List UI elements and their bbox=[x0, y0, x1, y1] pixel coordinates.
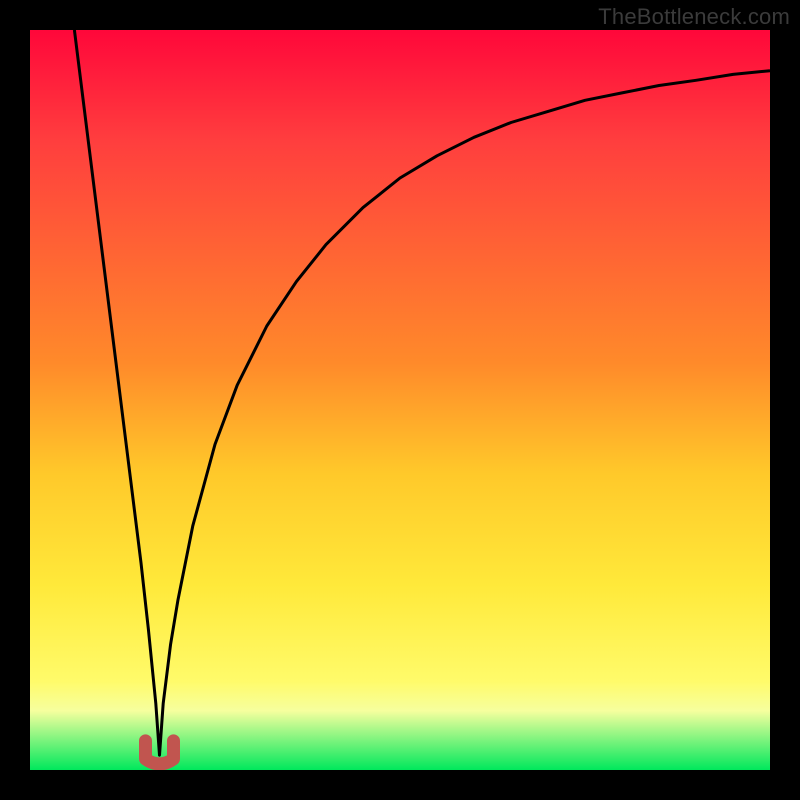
gradient-background bbox=[30, 30, 770, 770]
chart-frame: TheBottleneck.com bbox=[0, 0, 800, 800]
watermark-text: TheBottleneck.com bbox=[598, 4, 790, 30]
bottleneck-chart bbox=[30, 30, 770, 770]
